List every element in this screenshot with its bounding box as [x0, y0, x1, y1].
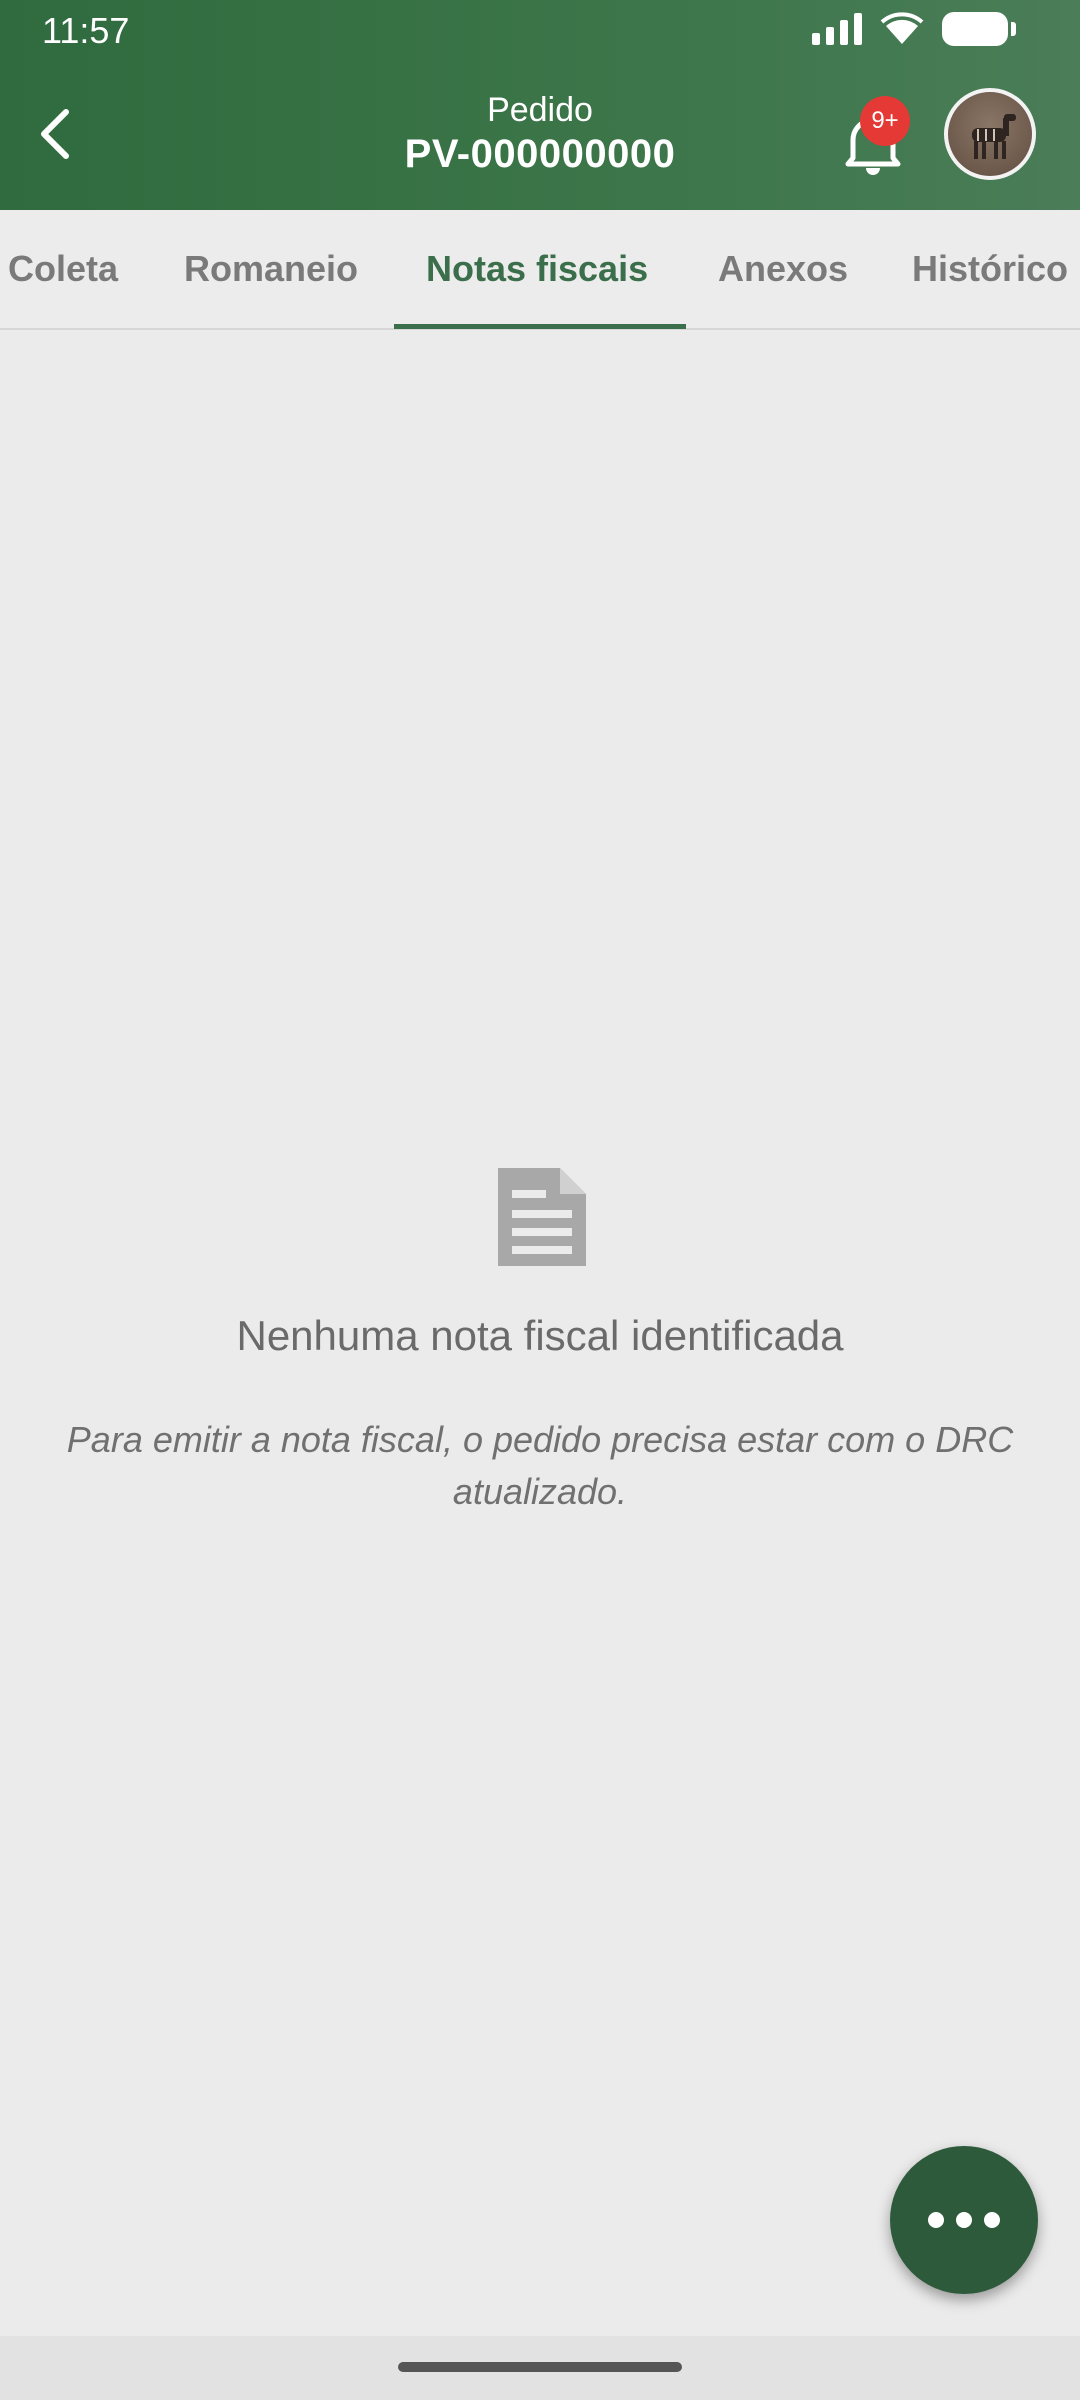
page-title: Pedido PV-000000000 [0, 90, 1080, 178]
tab-bar: Coleta Romaneio Notas fiscais Anexos His… [0, 210, 1080, 330]
battery-icon [942, 12, 1016, 46]
tab-anexos[interactable]: Anexos [718, 248, 848, 290]
avatar[interactable] [944, 88, 1036, 180]
more-horizontal-icon [984, 2212, 1000, 2228]
wifi-icon [880, 12, 924, 44]
notification-badge: 9+ [860, 96, 910, 146]
empty-state-description: Para emitir a nota fiscal, o pedido prec… [66, 1419, 1014, 1512]
tab-romaneio[interactable]: Romaneio [184, 248, 358, 290]
active-tab-indicator [394, 324, 686, 329]
more-options-button[interactable] [890, 2146, 1038, 2294]
more-horizontal-icon [928, 2212, 944, 2228]
tab-historico[interactable]: Histórico [912, 248, 1068, 290]
status-time: 11:57 [42, 10, 130, 51]
page-title-label: Pedido [487, 91, 593, 129]
empty-state-title: Nenhuma nota fiscal identificada [236, 1312, 844, 1359]
tab-notas-fiscais[interactable]: Notas fiscais [426, 248, 648, 290]
app-header: 11:57 Pedido PV-000000000 9+ [0, 0, 1080, 210]
home-indicator[interactable] [398, 2362, 682, 2372]
zebra-icon [972, 114, 1016, 159]
status-icons [812, 12, 1016, 46]
tab-coleta[interactable]: Coleta [8, 248, 118, 290]
system-nav-bar [0, 2336, 1080, 2400]
more-horizontal-icon [956, 2212, 972, 2228]
signal-icon [812, 13, 862, 45]
order-number: PV-000000000 [404, 132, 676, 176]
document-icon [498, 1168, 586, 1266]
